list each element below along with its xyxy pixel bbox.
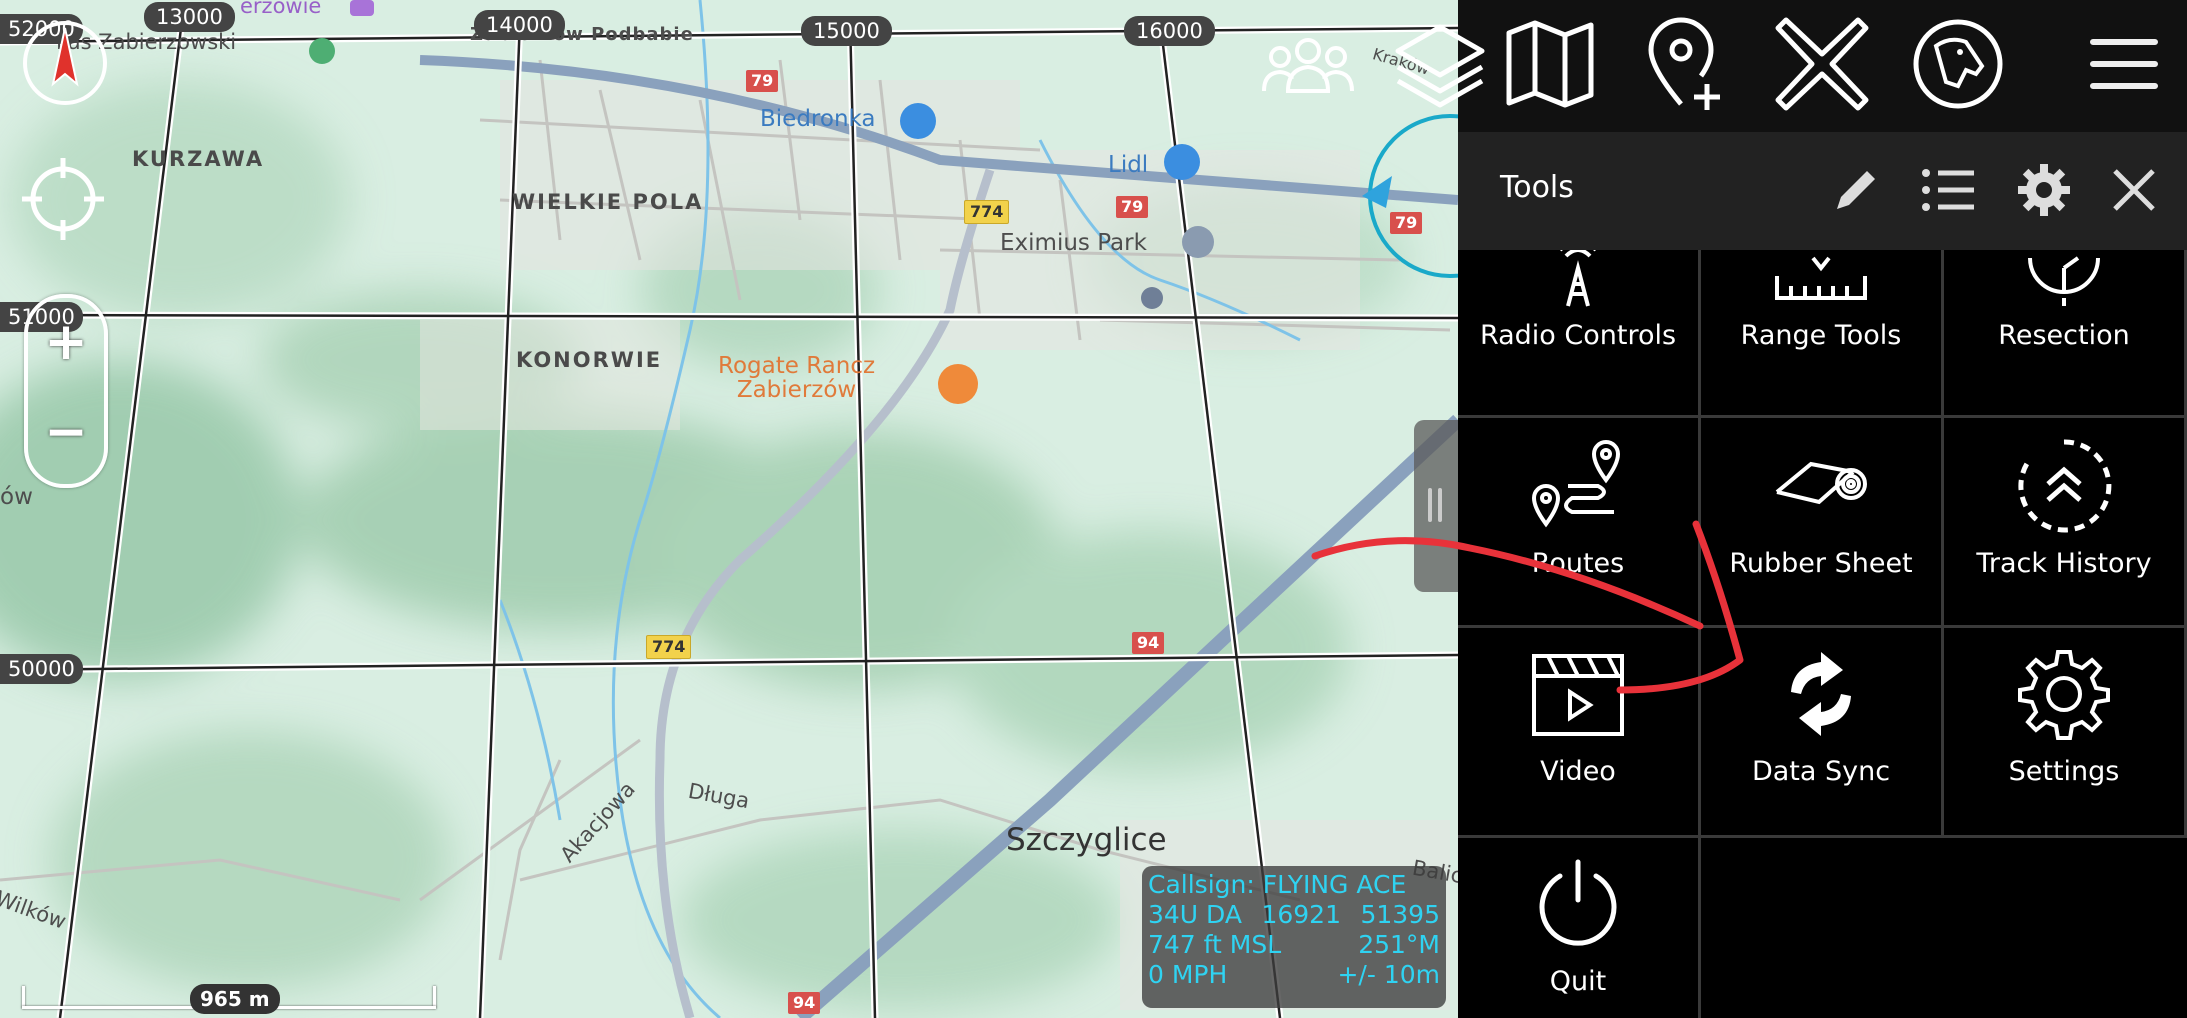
road-shield-79: 79 — [1116, 196, 1149, 218]
tool-quit[interactable]: Quit — [1458, 838, 1701, 1018]
add-point-icon[interactable] — [1634, 12, 1738, 116]
gear-icon[interactable] — [2016, 162, 2072, 218]
road-shield-774: 774 — [646, 635, 692, 659]
place-label-wielkie-pola: WIELKIE POLA — [512, 190, 704, 214]
map-view[interactable]: Las Zabierzowski erzowie Zabierzów Podba… — [0, 0, 1458, 1018]
video-clapper-icon — [1528, 644, 1628, 744]
heading-text: 251°M — [1358, 930, 1440, 959]
self-location-info[interactable]: Callsign: FLYING ACE 34U DA 16921 51395 … — [1142, 866, 1446, 1008]
road-shield-774: 774 — [964, 200, 1010, 224]
sync-icon — [1771, 644, 1871, 744]
track-history-icon — [2014, 436, 2114, 536]
tools-grid: Radio Controls Range Tools Resection Rou… — [1458, 250, 2187, 1018]
locate-me-icon[interactable] — [18, 154, 108, 244]
tools-panel-title: Tools — [1500, 170, 1574, 205]
poi-label-rogate[interactable]: Rogate Rancz Zabierzów — [718, 354, 875, 402]
place-label-kurzawa: KURZAWA — [132, 147, 265, 171]
list-icon[interactable] — [1920, 162, 1976, 218]
tool-radio-controls[interactable]: Radio Controls — [1458, 250, 1701, 418]
tool-track-history[interactable]: Track History — [1944, 418, 2187, 628]
panel-drag-handle[interactable] — [1414, 420, 1458, 592]
grid-zone-text: 34U DA — [1148, 900, 1242, 929]
tool-routes[interactable]: Routes — [1458, 418, 1701, 628]
street-label-ow: ów — [0, 484, 33, 510]
dog-app-icon[interactable] — [1906, 12, 2010, 116]
radio-tower-icon — [1528, 250, 1628, 318]
routes-icon — [1528, 436, 1628, 536]
tool-video[interactable]: Video — [1458, 628, 1701, 838]
tool-data-sync[interactable]: Data Sync — [1701, 628, 1944, 838]
road-shield-94: 94 — [788, 992, 821, 1014]
ruler-icon — [1771, 250, 1871, 318]
zoom-control: + − — [24, 294, 108, 488]
zoom-in-button[interactable]: + — [28, 312, 104, 372]
grid-easting-label: 15000 — [801, 16, 892, 46]
road-shield-94: 94 — [1132, 632, 1165, 654]
power-icon — [1528, 852, 1628, 952]
altitude-text: 747 ft MSL — [1148, 930, 1282, 959]
grid-easting-label: 13000 — [144, 2, 235, 32]
close-panel-icon[interactable] — [2106, 162, 2162, 218]
close-x-icon[interactable] — [1770, 12, 1874, 116]
easting-text: 16921 — [1261, 900, 1341, 929]
resection-icon — [2014, 250, 2114, 318]
layers-icon[interactable] — [1388, 12, 1492, 116]
tool-range-tools[interactable]: Range Tools — [1701, 250, 1944, 418]
grid-northing-label: 50000 — [0, 654, 83, 684]
gear-icon — [2014, 644, 2114, 744]
northing-text: 51395 — [1360, 900, 1440, 929]
pencil-icon[interactable] — [1828, 162, 1884, 218]
grid-easting-label: 14000 — [474, 10, 565, 40]
road-shield-79: 79 — [746, 70, 779, 92]
compass-icon[interactable] — [20, 18, 110, 108]
callsign-text: Callsign: FLYING ACE — [1148, 870, 1407, 899]
tool-resection[interactable]: Resection — [1944, 250, 2187, 418]
tools-panel-header: Tools — [1458, 132, 2187, 250]
hamburger-menu-icon[interactable] — [2072, 12, 2176, 116]
tool-settings[interactable]: Settings — [1944, 628, 2187, 838]
place-label-zabierzowie: erzowie — [240, 0, 322, 18]
place-label-szczyglice: Szczyglice — [1006, 822, 1167, 858]
scale-bar: 965 m — [22, 984, 436, 1014]
rubber-sheet-icon — [1771, 436, 1871, 536]
poi-label-lidl[interactable]: Lidl — [1108, 152, 1148, 178]
scale-label: 965 m — [190, 984, 280, 1014]
team-icon[interactable] — [1248, 12, 1368, 116]
grid-easting-label: 16000 — [1124, 16, 1215, 46]
poi-label-biedronka[interactable]: Biedronka — [760, 106, 876, 132]
accuracy-text: +/- 10m — [1337, 960, 1440, 989]
top-toolbar — [1262, 0, 2187, 132]
speed-text: 0 MPH — [1148, 960, 1228, 989]
road-shield-79: 79 — [1390, 212, 1423, 234]
place-label-konorwie: KONORWIE — [516, 348, 663, 372]
map-icon[interactable] — [1498, 12, 1602, 116]
poi-label-eximius[interactable]: Eximius Park — [1000, 230, 1147, 256]
zoom-out-button[interactable]: − — [28, 402, 104, 462]
tool-rubber-sheet[interactable]: Rubber Sheet — [1701, 418, 1944, 628]
